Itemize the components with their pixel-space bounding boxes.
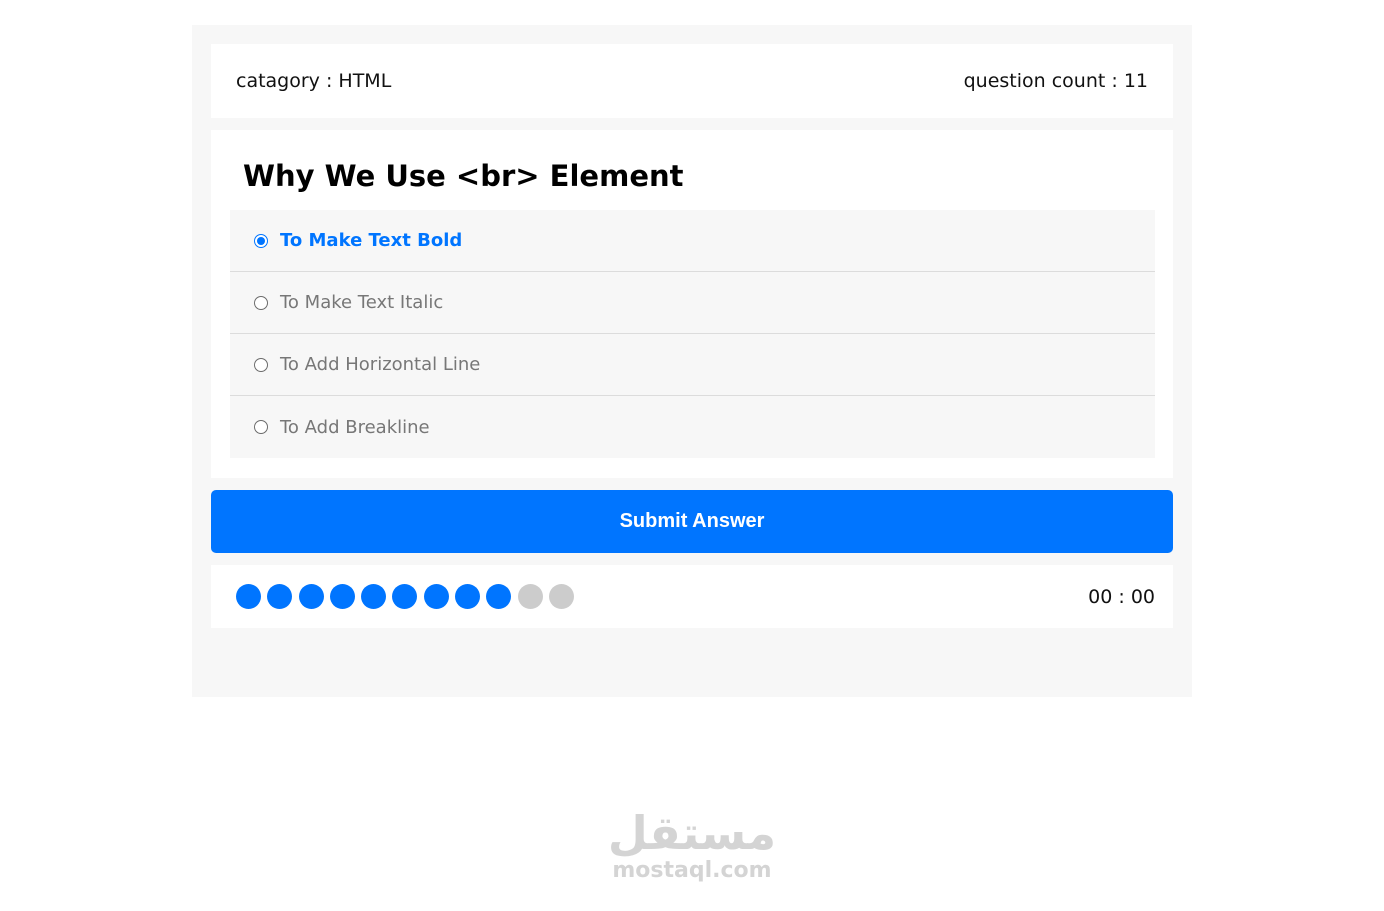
answer-label-3[interactable]: To Add Horizontal Line xyxy=(280,354,480,375)
progress-bullet-2 xyxy=(267,584,293,609)
watermark-logo: مستقل xyxy=(607,806,777,860)
progress-bullet-10 xyxy=(517,584,543,609)
progress-bullet-3 xyxy=(298,584,324,609)
quiz-app: catagory : HTML question count : 11 Why … xyxy=(192,25,1192,697)
answer-label-2[interactable]: To Make Text Italic xyxy=(280,292,443,313)
answer-option-1[interactable]: To Make Text Bold xyxy=(230,210,1155,272)
radio-button-1[interactable] xyxy=(254,233,268,248)
answer-option-2[interactable]: To Make Text Italic xyxy=(230,272,1155,334)
watermark-domain: mostaql.com xyxy=(612,858,772,883)
answer-label-4[interactable]: To Add Breakline xyxy=(280,417,430,438)
mostaql-watermark: مستقل mostaql.com xyxy=(600,810,784,882)
quiz-info-bar: catagory : HTML question count : 11 xyxy=(211,44,1173,118)
progress-bullet-9 xyxy=(486,584,512,609)
question-count-label: question count : 11 xyxy=(963,70,1148,92)
radio-button-2[interactable] xyxy=(254,295,268,310)
progress-bullets xyxy=(236,584,580,609)
progress-bullet-1 xyxy=(236,584,261,609)
submit-answer-button[interactable]: Submit Answer xyxy=(211,490,1173,553)
radio-button-4[interactable] xyxy=(254,420,268,434)
answer-label-1[interactable]: To Make Text Bold xyxy=(280,230,462,251)
progress-bullet-5 xyxy=(361,584,387,609)
question-title: Why We Use <br> Element xyxy=(243,159,684,193)
category-label: catagory : HTML xyxy=(236,70,392,92)
progress-bullet-11 xyxy=(548,584,574,609)
answer-option-3[interactable]: To Add Horizontal Line xyxy=(230,334,1155,396)
answers-area: To Make Text Bold To Make Text Italic To… xyxy=(230,210,1155,458)
radio-button-3[interactable] xyxy=(254,357,268,372)
countdown-timer: 00 : 00 xyxy=(1088,585,1155,608)
progress-bar: 00 : 00 xyxy=(211,565,1173,628)
answer-option-4[interactable]: To Add Breakline xyxy=(230,396,1155,458)
progress-bullet-6 xyxy=(392,584,418,609)
progress-bullet-4 xyxy=(329,584,355,609)
progress-bullet-7 xyxy=(423,584,449,609)
progress-bullet-8 xyxy=(455,584,481,609)
quiz-area: Why We Use <br> Element To Make Text Bol… xyxy=(211,130,1173,478)
